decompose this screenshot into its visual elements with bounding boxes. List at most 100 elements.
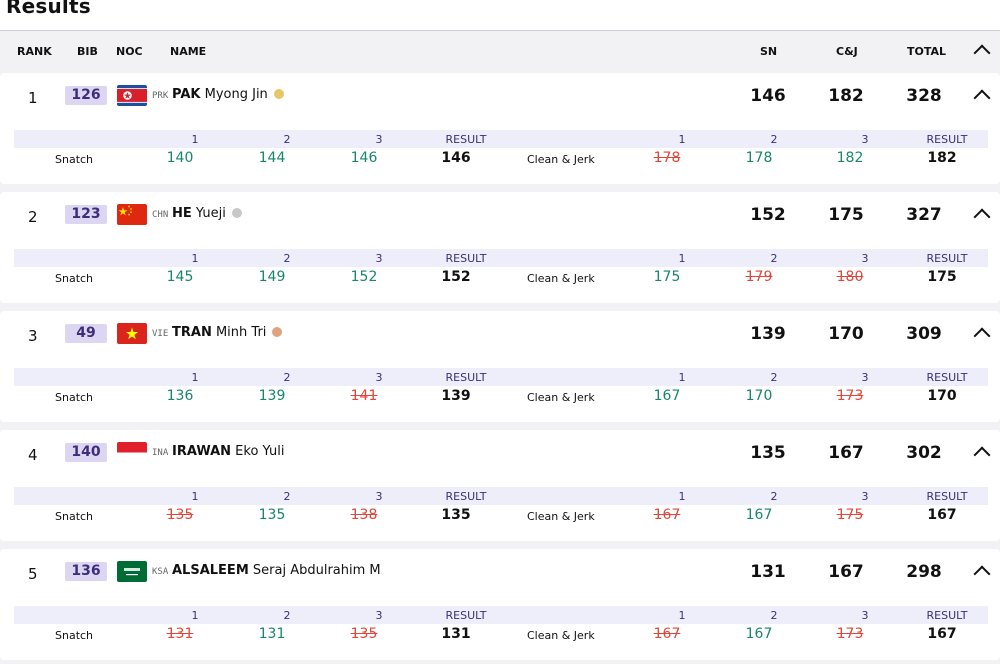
attempt-1-label: 1 [191, 371, 199, 384]
snatch-label: Snatch [55, 272, 94, 285]
rank-value: 3 [28, 327, 38, 345]
athlete-last-name: TRAN [172, 325, 212, 340]
noc-code: CHN [152, 210, 169, 220]
medal-dot-icon [273, 89, 284, 99]
clean-jerk-attempt-2: 167 [745, 626, 773, 642]
attempts-header: 1 2 3 RESULT 1 2 3 RESULT [14, 606, 988, 624]
snatch-attempt-1: 131 [166, 626, 194, 642]
athlete-name[interactable]: ALSALEEM Seraj Abdulrahim M [172, 563, 381, 578]
rank-value: 1 [28, 89, 38, 107]
clean-jerk-result: 170 [927, 388, 957, 404]
clean-jerk-result: 167 [927, 626, 957, 642]
collapse-chevron-up-icon[interactable] [973, 89, 991, 107]
clean-jerk-attempt-3: 182 [836, 150, 864, 166]
snatch-label: Snatch [55, 153, 94, 166]
header-sn[interactable]: SN [760, 45, 777, 58]
clean-jerk-attempt-2: 179 [745, 269, 773, 285]
noc-code: INA [152, 448, 169, 458]
attempt-2-label: 2 [283, 133, 291, 146]
clean-jerk-best: 175 [828, 205, 864, 225]
clean-jerk-attempt-1: 178 [653, 150, 681, 166]
clean-jerk-label: Clean & Jerk [527, 391, 595, 404]
clean-jerk-result: 175 [927, 269, 957, 285]
attempt-1-label: 1 [678, 490, 686, 503]
header-cj[interactable]: C&J [836, 45, 858, 58]
snatch-best: 135 [750, 443, 786, 463]
athlete-row[interactable]: 4 140 INA IRAWAN Eko Yuli 135 167 302 1 2 3 RE… [0, 430, 1000, 541]
attempt-2-label: 2 [770, 609, 778, 622]
attempt-2-label: 2 [283, 252, 291, 265]
attempt-3-label: 3 [861, 252, 869, 265]
clean-jerk-attempt-2: 170 [745, 388, 773, 404]
athlete-name[interactable]: IRAWAN Eko Yuli [172, 444, 284, 459]
collapse-all-chevron-up-icon[interactable] [973, 44, 991, 62]
total-value: 328 [906, 86, 942, 106]
athlete-name[interactable]: PAK Myong Jin [172, 87, 284, 102]
result-label: RESULT [926, 609, 968, 622]
athlete-last-name: IRAWAN [172, 444, 232, 459]
snatch-result: 139 [441, 388, 471, 404]
clean-jerk-best: 170 [828, 324, 864, 344]
result-label: RESULT [445, 609, 487, 622]
noc-code: PRK [152, 91, 169, 101]
header-total[interactable]: TOTAL [907, 45, 946, 58]
header-name[interactable]: NAME [170, 45, 206, 58]
attempt-1-label: 1 [191, 609, 199, 622]
collapse-chevron-up-icon[interactable] [973, 327, 991, 345]
attempt-3-label: 3 [375, 371, 383, 384]
attempts-header: 1 2 3 RESULT 1 2 3 RESULT [14, 249, 988, 267]
clean-jerk-result: 167 [927, 507, 957, 523]
athlete-row[interactable]: 1 126 PRK PAK Myong Jin 146 182 328 1 2 3 RESU… [0, 73, 1000, 184]
result-label: RESULT [445, 133, 487, 146]
clean-jerk-attempt-1: 167 [653, 507, 681, 523]
snatch-best: 139 [750, 324, 786, 344]
snatch-best: 131 [750, 562, 786, 582]
athlete-row[interactable]: 5 136 KSA ALSALEEM Seraj Abdulrahim M 131 167… [0, 549, 1000, 660]
flag-icon [117, 442, 147, 463]
collapse-chevron-up-icon[interactable] [973, 208, 991, 226]
header-bib[interactable]: BIB [77, 45, 98, 58]
snatch-result: 131 [441, 626, 471, 642]
athlete-name[interactable]: HE Yueji [172, 206, 242, 221]
athlete-name[interactable]: TRAN Minh Tri [172, 325, 283, 340]
athlete-row[interactable]: 2 123 CHN HE Yueji 152 175 327 1 2 3 RESULT 1 … [0, 192, 1000, 303]
athlete-first-name: Minh Tri [215, 325, 267, 340]
snatch-attempt-3: 138 [350, 507, 378, 523]
result-label: RESULT [445, 371, 487, 384]
rank-value: 4 [28, 446, 38, 464]
attempt-1-label: 1 [678, 609, 686, 622]
snatch-result: 146 [441, 150, 471, 166]
clean-jerk-result: 182 [927, 150, 957, 166]
attempt-3-label: 3 [861, 371, 869, 384]
attempt-3-label: 3 [375, 490, 383, 503]
athlete-row[interactable]: 3 49 VIE TRAN Minh Tri 139 170 309 1 2 3 RESUL… [0, 311, 1000, 422]
athlete-last-name: HE [172, 206, 192, 221]
flag-icon [117, 85, 147, 106]
result-label: RESULT [926, 252, 968, 265]
noc-code: KSA [152, 567, 169, 577]
result-label: RESULT [926, 371, 968, 384]
attempt-2-label: 2 [283, 490, 291, 503]
results-table-header: RANK BIB NOC NAME SN C&J TOTAL [0, 31, 1000, 71]
snatch-attempt-1: 145 [166, 269, 194, 285]
rank-value: 2 [28, 208, 38, 226]
attempt-2-label: 2 [283, 371, 291, 384]
header-noc[interactable]: NOC [116, 45, 143, 58]
clean-jerk-attempt-3: 180 [836, 269, 864, 285]
clean-jerk-attempt-1: 167 [653, 626, 681, 642]
clean-jerk-attempt-2: 167 [745, 507, 773, 523]
collapse-chevron-up-icon[interactable] [973, 565, 991, 583]
athlete-last-name: PAK [172, 87, 201, 102]
snatch-best: 152 [750, 205, 786, 225]
collapse-chevron-up-icon[interactable] [973, 446, 991, 464]
attempt-3-label: 3 [375, 133, 383, 146]
attempt-2-label: 2 [770, 490, 778, 503]
total-value: 302 [906, 443, 942, 463]
clean-jerk-label: Clean & Jerk [527, 629, 595, 642]
total-value: 298 [906, 562, 942, 582]
snatch-attempt-2: 139 [258, 388, 286, 404]
athlete-first-name: Yueji [195, 206, 226, 221]
snatch-attempt-2: 144 [258, 150, 286, 166]
header-rank[interactable]: RANK [17, 45, 52, 58]
flag-icon [117, 204, 147, 225]
